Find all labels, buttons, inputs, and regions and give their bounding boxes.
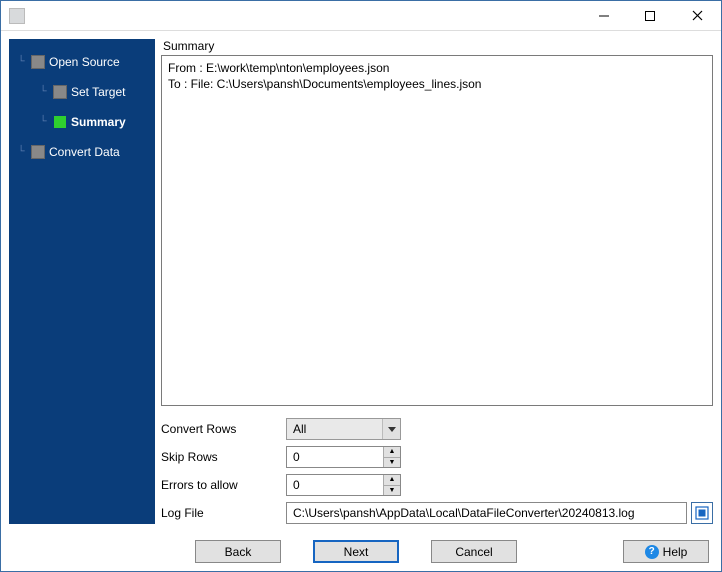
- convert-rows-value: All: [287, 422, 382, 436]
- summary-to-line: To : File: C:\Users\pansh\Documents\empl…: [168, 77, 481, 91]
- sidebar-item-label: Open Source: [49, 55, 120, 69]
- step-icon: [31, 145, 45, 159]
- browse-log-button[interactable]: [691, 502, 713, 524]
- sidebar-item-summary[interactable]: └ Summary: [15, 107, 155, 137]
- step-icon: [31, 55, 45, 69]
- app-window: └ Open Source └ Set Target └ Summary: [0, 0, 722, 572]
- log-file-label: Log File: [161, 506, 286, 520]
- titlebar: [1, 1, 721, 31]
- help-button[interactable]: ? Help: [623, 540, 709, 563]
- back-button[interactable]: Back: [195, 540, 281, 563]
- chevron-down-icon: [382, 419, 400, 439]
- log-file-input[interactable]: C:\Users\pansh\AppData\Local\DataFileCon…: [286, 502, 687, 524]
- browse-icon: [695, 506, 709, 520]
- maximize-button[interactable]: [627, 1, 673, 31]
- spinner-up-icon[interactable]: ▲: [384, 447, 400, 458]
- close-button[interactable]: [673, 1, 721, 31]
- wizard-buttonbar: Back Next Cancel ? Help: [1, 532, 721, 571]
- spinner-down-icon[interactable]: ▼: [384, 486, 400, 496]
- summary-heading: Summary: [163, 39, 713, 53]
- sidebar-item-convert-data[interactable]: └ Convert Data: [15, 137, 155, 167]
- spinner-up-icon[interactable]: ▲: [384, 475, 400, 486]
- skip-rows-stepper[interactable]: 0 ▲ ▼: [286, 446, 401, 468]
- summary-textarea[interactable]: From : E:\work\temp\nton\employees.json …: [161, 55, 713, 406]
- errors-label: Errors to allow: [161, 478, 286, 492]
- help-icon: ?: [645, 545, 659, 559]
- convert-rows-select[interactable]: All: [286, 418, 401, 440]
- skip-rows-value: 0: [287, 447, 383, 467]
- app-icon: [9, 8, 25, 24]
- main-panel: Summary From : E:\work\temp\nton\employe…: [161, 39, 713, 524]
- wizard-sidebar: └ Open Source └ Set Target └ Summary: [9, 39, 155, 524]
- skip-rows-label: Skip Rows: [161, 450, 286, 464]
- minimize-icon: [599, 11, 609, 21]
- errors-value: 0: [287, 475, 383, 495]
- help-button-label: Help: [663, 545, 688, 559]
- step-icon: [53, 85, 67, 99]
- sidebar-item-label: Summary: [71, 115, 126, 129]
- sidebar-item-label: Set Target: [71, 85, 125, 99]
- spinner-down-icon[interactable]: ▼: [384, 458, 400, 468]
- summary-from-line: From : E:\work\temp\nton\employees.json: [168, 61, 389, 75]
- step-icon: [53, 115, 67, 129]
- sidebar-item-open-source[interactable]: └ Open Source: [15, 47, 155, 77]
- sidebar-item-label: Convert Data: [49, 145, 120, 159]
- maximize-icon: [645, 11, 655, 21]
- close-icon: [692, 10, 703, 21]
- next-button[interactable]: Next: [313, 540, 399, 563]
- sidebar-item-set-target[interactable]: └ Set Target: [15, 77, 155, 107]
- options-form: Convert Rows All Skip Rows 0 ▲ ▼: [161, 418, 713, 524]
- cancel-button[interactable]: Cancel: [431, 540, 517, 563]
- convert-rows-label: Convert Rows: [161, 422, 286, 436]
- minimize-button[interactable]: [581, 1, 627, 31]
- errors-stepper[interactable]: 0 ▲ ▼: [286, 474, 401, 496]
